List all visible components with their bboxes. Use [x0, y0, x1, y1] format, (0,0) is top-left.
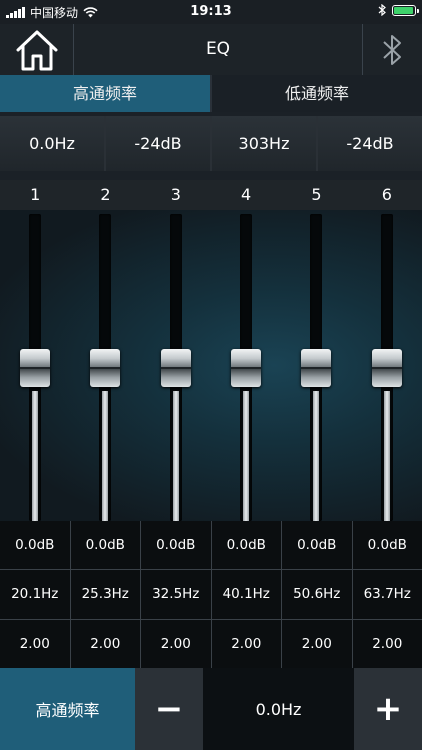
page-title: EQ [205, 39, 231, 59]
q-value-3[interactable]: 2.00 [141, 619, 211, 668]
q-value-6[interactable]: 2.00 [352, 619, 422, 668]
filter-settings-row: 0.0Hz -24dB 303Hz -24dB [0, 116, 422, 171]
home-button[interactable] [0, 24, 74, 75]
battery-icon [392, 4, 419, 16]
status-time: 19:13 [190, 4, 232, 19]
gain-value-2[interactable]: 0.0dB [70, 521, 140, 570]
tab-high-pass[interactable]: 高通频率 [0, 75, 210, 112]
channel-number: 2 [100, 185, 111, 204]
eq-slider-4[interactable] [211, 210, 281, 521]
q-value-2[interactable]: 2.00 [70, 619, 140, 668]
slider-knob[interactable] [301, 348, 332, 387]
slider-knob[interactable] [231, 348, 262, 387]
channel-number: 4 [241, 185, 252, 204]
q-value-4[interactable]: 2.00 [211, 619, 281, 668]
gain-value-3[interactable]: 0.0dB [141, 521, 211, 570]
filter-tabs: 高通频率 低通频率 [0, 75, 422, 112]
status-bar: 中国移动 19:13 [0, 0, 422, 24]
q-value-5[interactable]: 2.00 [282, 619, 352, 668]
bluetooth-button[interactable] [362, 24, 422, 75]
channel-numbers: 1 2 3 4 5 6 [0, 180, 422, 210]
freq-value-4[interactable]: 40.1Hz [211, 570, 281, 619]
gain-value-1[interactable]: 0.0dB [0, 521, 70, 570]
tab-low-pass[interactable]: 低通频率 [210, 75, 422, 112]
eq-slider-2[interactable] [70, 210, 140, 521]
slider-knob[interactable] [160, 348, 191, 387]
freq-value-5[interactable]: 50.6Hz [282, 570, 352, 619]
freq-value-1[interactable]: 20.1Hz [0, 570, 70, 619]
freq-value-6[interactable]: 63.7Hz [352, 570, 422, 619]
q-value-1[interactable]: 2.00 [0, 619, 70, 668]
freq-value-2[interactable]: 25.3Hz [70, 570, 140, 619]
hp-frequency-button[interactable]: 0.0Hz [0, 116, 104, 171]
freq-value-3[interactable]: 32.5Hz [141, 570, 211, 619]
app-header: EQ [0, 24, 422, 75]
slider-knob[interactable] [90, 348, 121, 387]
selected-param-label[interactable]: 高通频率 [0, 668, 135, 750]
home-icon [16, 30, 57, 70]
decrement-button[interactable]: − [135, 668, 203, 750]
channel-number: 6 [381, 185, 392, 204]
eq-slider-1[interactable] [0, 210, 70, 521]
eq-slider-area [0, 210, 422, 521]
eq-slider-3[interactable] [141, 210, 211, 521]
lp-frequency-button[interactable]: 303Hz [212, 116, 316, 171]
channel-number: 5 [311, 185, 322, 204]
bottom-control-bar: 高通频率 − 0.0Hz + [0, 668, 422, 750]
gain-value-5[interactable]: 0.0dB [282, 521, 352, 570]
hp-slope-button[interactable]: -24dB [106, 116, 210, 171]
eq-parameter-grid: 0.0dB 0.0dB 0.0dB 0.0dB 0.0dB 0.0dB 20.1… [0, 521, 422, 668]
channel-number: 3 [170, 185, 181, 204]
eq-slider-6[interactable] [352, 210, 422, 521]
slider-knob[interactable] [20, 348, 51, 387]
gain-value-6[interactable]: 0.0dB [352, 521, 422, 570]
eq-slider-5[interactable] [281, 210, 351, 521]
bluetooth-icon [378, 4, 386, 16]
gain-value-4[interactable]: 0.0dB [211, 521, 281, 570]
bluetooth-icon [382, 34, 401, 65]
channel-number: 1 [30, 185, 41, 204]
increment-button[interactable]: + [354, 668, 422, 750]
selected-param-value: 0.0Hz [203, 668, 354, 750]
lp-slope-button[interactable]: -24dB [318, 116, 422, 171]
slider-knob[interactable] [371, 348, 402, 387]
